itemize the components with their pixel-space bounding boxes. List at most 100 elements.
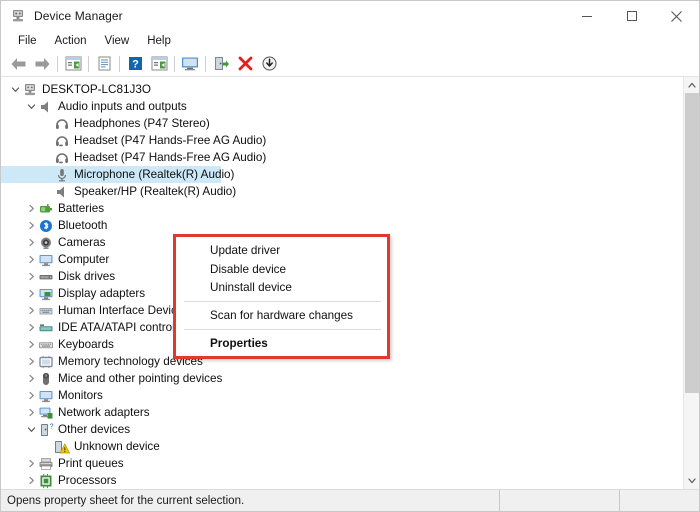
scroll-up-icon[interactable] bbox=[684, 77, 699, 93]
tree-row-label: Headset (P47 Hands-Free AG Audio) bbox=[74, 151, 267, 164]
scan-monitor-icon[interactable] bbox=[178, 53, 202, 75]
tree-row[interactable]: Batteries bbox=[1, 200, 683, 217]
tree-row-label: Cameras bbox=[58, 236, 106, 249]
bluetooth-icon bbox=[38, 218, 54, 234]
tree-row-label: Mice and other pointing devices bbox=[58, 372, 223, 385]
tree-row-label: Audio inputs and outputs bbox=[58, 100, 187, 113]
monitor-icon bbox=[38, 252, 54, 268]
tree-row[interactable]: Headphones (P47 Stereo) bbox=[1, 115, 683, 132]
camera-icon bbox=[38, 235, 54, 251]
tree-row[interactable]: DESKTOP-LC81J3O bbox=[1, 81, 683, 98]
chevron-right-icon[interactable] bbox=[25, 272, 38, 281]
tree-row[interactable]: Audio inputs and outputs bbox=[1, 98, 683, 115]
chevron-right-icon[interactable] bbox=[25, 323, 38, 332]
tree-row[interactable]: Print queues bbox=[1, 455, 683, 472]
chevron-down-icon[interactable] bbox=[25, 425, 38, 434]
scrollbar-thumb[interactable] bbox=[685, 93, 699, 393]
tree-row[interactable]: Network adapters bbox=[1, 404, 683, 421]
chevron-right-icon[interactable] bbox=[25, 391, 38, 400]
chevron-right-icon[interactable] bbox=[25, 238, 38, 247]
tree-row-label: Display adapters bbox=[58, 287, 146, 300]
context-menu-separator bbox=[184, 301, 381, 303]
headset-icon bbox=[54, 150, 70, 166]
disk-drive-icon bbox=[38, 269, 54, 285]
keyboard-icon bbox=[38, 337, 54, 353]
chevron-right-icon[interactable] bbox=[25, 204, 38, 213]
tree-row[interactable]: Monitors bbox=[1, 387, 683, 404]
tree-row[interactable]: Bluetooth bbox=[1, 217, 683, 234]
tree-row[interactable]: Microphone (Realtek(R) Audio) bbox=[1, 166, 234, 183]
tree-row[interactable]: Mice and other pointing devices bbox=[1, 370, 683, 387]
menu-view[interactable]: View bbox=[96, 33, 139, 49]
vertical-scrollbar[interactable] bbox=[683, 77, 699, 489]
minimize-button[interactable] bbox=[564, 1, 609, 31]
ctx-update-driver[interactable]: Update driver bbox=[176, 241, 387, 260]
content-area: DESKTOP-LC81J3O Audio inputs and outputs H… bbox=[1, 77, 699, 489]
headphones-icon bbox=[54, 116, 70, 132]
enable-device-icon[interactable] bbox=[209, 53, 233, 75]
show-hidden-devices-icon[interactable] bbox=[61, 53, 85, 75]
tree-row-label: Network adapters bbox=[58, 406, 150, 419]
chevron-down-icon[interactable] bbox=[25, 102, 38, 111]
tree-row-label: Processors bbox=[58, 474, 117, 487]
printer-icon bbox=[38, 456, 54, 472]
toolbar-separator bbox=[119, 55, 120, 72]
tree-row[interactable]: Speaker/HP (Realtek(R) Audio) bbox=[1, 183, 683, 200]
chevron-right-icon[interactable] bbox=[25, 357, 38, 366]
tree-row-label: Speaker/HP (Realtek(R) Audio) bbox=[74, 185, 237, 198]
tree-row[interactable]: Headset (P47 Hands-Free AG Audio) bbox=[1, 149, 683, 166]
ctx-scan-hardware-changes[interactable]: Scan for hardware changes bbox=[176, 306, 387, 325]
toolbar-separator bbox=[88, 55, 89, 72]
ctx-properties[interactable]: Properties bbox=[176, 334, 387, 353]
headset-icon bbox=[54, 133, 70, 149]
chevron-right-icon[interactable] bbox=[25, 221, 38, 230]
help-question-icon[interactable]: ? bbox=[123, 53, 147, 75]
other-device-icon: ? bbox=[38, 422, 54, 438]
chevron-right-icon[interactable] bbox=[25, 459, 38, 468]
tree-row-label: Headphones (P47 Stereo) bbox=[74, 117, 210, 130]
tree-row-label: Microphone (Realtek(R) Audio) bbox=[74, 168, 235, 181]
speaker-icon bbox=[54, 184, 70, 200]
tree-row[interactable]: Unknown device bbox=[1, 438, 683, 455]
context-menu[interactable]: Update driver Disable device Uninstall dev… bbox=[176, 237, 387, 356]
ctx-disable-device[interactable]: Disable device bbox=[176, 260, 387, 279]
ctx-uninstall-device[interactable]: Uninstall device bbox=[176, 279, 387, 298]
status-pane-2 bbox=[619, 489, 699, 512]
menu-file[interactable]: File bbox=[9, 33, 46, 49]
chevron-right-icon[interactable] bbox=[25, 476, 38, 485]
chevron-right-icon[interactable] bbox=[25, 306, 38, 315]
chevron-right-icon[interactable] bbox=[25, 289, 38, 298]
properties-page-icon[interactable] bbox=[92, 53, 116, 75]
tree-row-label: Human Interface Devices bbox=[58, 304, 190, 317]
forward-arrow-icon[interactable] bbox=[30, 53, 54, 75]
back-arrow-icon[interactable] bbox=[6, 53, 30, 75]
menu-help[interactable]: Help bbox=[138, 33, 180, 49]
maximize-button[interactable] bbox=[609, 1, 654, 31]
update-driver-icon[interactable] bbox=[147, 53, 171, 75]
battery-icon bbox=[38, 201, 54, 217]
chevron-right-icon[interactable] bbox=[25, 340, 38, 349]
toolbar: ? bbox=[1, 51, 699, 77]
tree-row-label: Batteries bbox=[58, 202, 105, 215]
chevron-down-icon[interactable] bbox=[9, 85, 22, 94]
tree-row-label: DESKTOP-LC81J3O bbox=[42, 83, 151, 96]
network-adapter-icon bbox=[38, 405, 54, 421]
close-button[interactable] bbox=[654, 1, 699, 31]
tree-row[interactable]: Processors bbox=[1, 472, 683, 489]
microphone-icon bbox=[54, 167, 70, 183]
chevron-right-icon[interactable] bbox=[25, 255, 38, 264]
download-circle-icon[interactable] bbox=[257, 53, 281, 75]
chevron-right-icon[interactable] bbox=[25, 374, 38, 383]
context-menu-highlight: Update driver Disable device Uninstall dev… bbox=[173, 234, 390, 359]
tree-row[interactable]: ? Other devices bbox=[1, 421, 683, 438]
processor-icon bbox=[38, 473, 54, 489]
status-bar: Opens property sheet for the current sel… bbox=[1, 489, 699, 512]
status-text: Opens property sheet for the current sel… bbox=[7, 494, 245, 507]
menu-action[interactable]: Action bbox=[46, 33, 96, 49]
scroll-down-icon[interactable] bbox=[684, 473, 699, 489]
toolbar-separator bbox=[174, 55, 175, 72]
chevron-right-icon[interactable] bbox=[25, 408, 38, 417]
tree-row[interactable]: Headset (P47 Hands-Free AG Audio) bbox=[1, 132, 683, 149]
caption-buttons bbox=[564, 1, 699, 31]
uninstall-device-icon[interactable] bbox=[233, 53, 257, 75]
